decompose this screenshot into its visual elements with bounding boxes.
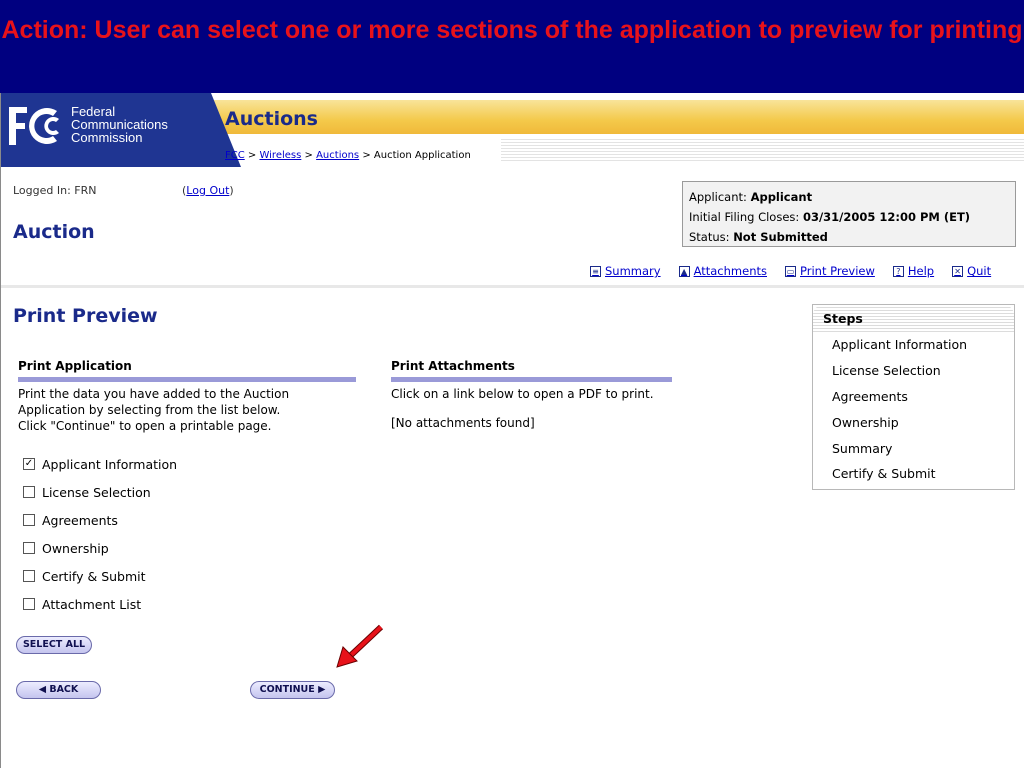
- applicant-value: Applicant: [750, 190, 813, 204]
- section-title: Print Preview: [13, 305, 158, 327]
- quit-link[interactable]: ✕ Quit: [952, 264, 991, 278]
- print-option-label: License Selection: [42, 484, 151, 500]
- chevron-left-icon: ◀: [38, 684, 50, 695]
- attachments-link[interactable]: ▲ Attachments: [678, 264, 767, 278]
- no-attachments-text: [No attachments found]: [391, 416, 535, 430]
- step-item[interactable]: Ownership: [813, 409, 1014, 435]
- page-title: Auction: [13, 221, 95, 243]
- print-option-label: Agreements: [42, 512, 118, 528]
- print-option-label: Applicant Information: [42, 456, 178, 472]
- print-option-checkbox[interactable]: [23, 598, 35, 610]
- print-option-row[interactable]: Attachment List: [23, 590, 177, 618]
- instruction-line: Print the data you have added to the Auc…: [18, 387, 290, 401]
- filing-closes-value: 03/31/2005 12:00 PM (ET): [802, 210, 971, 224]
- print-option-row[interactable]: Certify & Submit: [23, 562, 177, 590]
- step-item[interactable]: Certify & Submit: [813, 461, 1014, 487]
- breadcrumb-current: Auction Application: [373, 150, 471, 161]
- checkmark-icon: ✓: [24, 458, 34, 469]
- print-option-label: Attachment List: [42, 596, 142, 612]
- print-option-checkbox[interactable]: ✓: [23, 458, 35, 470]
- application-screen: Federal Communications Commission Auctio…: [0, 93, 1024, 768]
- print-preview-label: Print Preview: [800, 264, 875, 278]
- applicant-label: Applicant:: [689, 190, 747, 204]
- printer-icon: ▭: [785, 265, 796, 277]
- summary-link[interactable]: ≡ Summary: [590, 264, 661, 278]
- print-attachments-heading: Print Attachments: [391, 359, 672, 382]
- steps-panel: Steps Applicant Information License Selec…: [812, 304, 1015, 490]
- print-section-checklist: ✓ Applicant Information License Selection A…: [23, 450, 177, 618]
- print-option-label: Ownership: [42, 540, 109, 556]
- breadcrumb-separator: >: [304, 150, 313, 161]
- step-item[interactable]: Agreements: [813, 384, 1014, 410]
- site-header: Federal Communications Commission Auctio…: [1, 93, 1024, 167]
- header-title: Auctions: [225, 108, 318, 130]
- back-label: BACK: [49, 684, 79, 695]
- breadcrumb-auctions[interactable]: Auctions: [316, 150, 359, 161]
- instruction-line: Click "Continue" to open a printable pag…: [18, 419, 272, 433]
- org-line-3: Commission: [71, 130, 143, 145]
- print-option-row[interactable]: ✓ Applicant Information: [23, 450, 177, 478]
- print-application-heading: Print Application: [18, 359, 356, 382]
- close-icon: ✕: [952, 265, 964, 277]
- print-option-checkbox[interactable]: [23, 570, 35, 582]
- header-gold-bar: [211, 100, 1024, 134]
- breadcrumb-separator: >: [362, 150, 371, 161]
- status-label: Status:: [689, 230, 730, 244]
- attachments-icon: ▲: [678, 265, 690, 277]
- toolbar-divider: [1, 285, 1024, 288]
- logout-wrapper: (Log Out): [182, 184, 234, 197]
- back-button[interactable]: ◀ BACK: [16, 681, 101, 699]
- print-option-row[interactable]: Ownership: [23, 534, 177, 562]
- chevron-right-icon: ▶: [314, 684, 326, 695]
- continue-button[interactable]: CONTINUE ▶: [250, 681, 335, 699]
- header-stripe: [501, 137, 1024, 163]
- step-item[interactable]: Applicant Information: [813, 332, 1014, 358]
- help-label: Help: [907, 264, 935, 278]
- filing-closes-label: Initial Filing Closes:: [689, 210, 800, 224]
- select-all-button[interactable]: SELECT ALL: [16, 636, 92, 654]
- breadcrumb: FCC > Wireless > Auctions > Auction Appl…: [225, 150, 471, 161]
- steps-list: Applicant Information License Selection Ag…: [813, 332, 1014, 487]
- slide-banner: Action: User can select one or more sect…: [0, 0, 1024, 93]
- breadcrumb-wireless[interactable]: Wireless: [259, 150, 301, 161]
- quit-label: Quit: [967, 264, 992, 278]
- red-arrow-annotation-icon: [336, 624, 384, 668]
- print-application-instructions: Print the data you have added to the Auc…: [18, 386, 358, 434]
- print-option-row[interactable]: Agreements: [23, 506, 177, 534]
- page-toolbar: ≡ Summary ▲ Attachments ▭ Print Preview ? He…: [590, 264, 991, 278]
- summary-label: Summary: [605, 264, 661, 278]
- logout-link[interactable]: Log Out: [186, 184, 229, 197]
- print-preview-link[interactable]: ▭ Print Preview: [785, 264, 875, 278]
- attachments-label: Attachments: [693, 264, 767, 278]
- print-option-label: Certify & Submit: [42, 568, 146, 584]
- print-option-checkbox[interactable]: [23, 486, 35, 498]
- step-item[interactable]: License Selection: [813, 358, 1014, 384]
- status-value: Not Submitted: [733, 230, 828, 244]
- breadcrumb-fcc[interactable]: FCC: [225, 150, 245, 161]
- print-option-checkbox[interactable]: [23, 514, 35, 526]
- continue-label: CONTINUE: [259, 684, 315, 695]
- step-item[interactable]: Summary: [813, 435, 1014, 461]
- print-option-row[interactable]: License Selection: [23, 478, 177, 506]
- fcc-wordmark: Federal Communications Commission: [71, 105, 168, 144]
- print-attachments-instructions: Click on a link below to open a PDF to p…: [391, 387, 654, 401]
- applicant-info-box: Applicant: Applicant Initial Filing Clos…: [682, 181, 1016, 247]
- summary-icon: ≡: [590, 265, 601, 277]
- help-icon: ?: [892, 265, 904, 277]
- steps-heading: Steps: [813, 305, 1014, 332]
- print-option-checkbox[interactable]: [23, 542, 35, 554]
- fcc-logo-icon: [9, 107, 59, 145]
- logged-in-label: Logged In: FRN: [13, 184, 97, 197]
- breadcrumb-separator: >: [247, 150, 257, 161]
- instruction-line: Application by selecting from the list b…: [18, 403, 281, 417]
- help-link[interactable]: ? Help: [892, 264, 935, 278]
